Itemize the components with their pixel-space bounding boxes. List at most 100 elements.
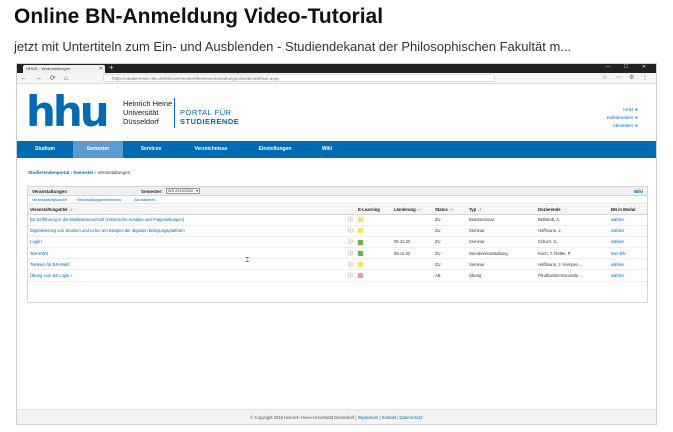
type-cell: Seminar xyxy=(467,225,536,237)
course-title-link[interactable]: Testkurs für BN-Wahl xyxy=(28,258,346,271)
footer-link-impressum[interactable]: Impressum xyxy=(358,415,379,420)
elearning-cell xyxy=(356,258,392,271)
elearning-status-icon xyxy=(358,239,363,245)
change-date xyxy=(392,225,433,237)
nav-verzeichnisse[interactable]: Verzeichnisse xyxy=(179,141,243,158)
nav-einstellungen[interactable]: Einstellungen xyxy=(243,141,307,158)
semester-label: Semester: xyxy=(141,189,163,194)
portal-line2: STUDIERENDE xyxy=(180,117,240,126)
table-header-row: Veranstaltungstitel ↓↑ E-Learning Länder… xyxy=(28,205,647,215)
panel-wiki-link[interactable]: Wiki xyxy=(634,189,643,194)
elearning-cell xyxy=(356,269,392,282)
table-row: BS Einführung in die Musikwissenschaft (… xyxy=(28,214,647,226)
info-icon[interactable]: ⓘ xyxy=(346,269,356,282)
lecturer-cell: Bellstedt, A. xyxy=(536,214,609,226)
lecturer-cell: Hoffmann, J. xyxy=(536,225,609,237)
info-icon[interactable]: ⓘ xyxy=(346,247,356,260)
course-title-link[interactable]: Logik I xyxy=(28,236,346,249)
top-link-abmelden[interactable]: Abmelden ➜ xyxy=(607,122,638,130)
video-subtitle: jetzt mit Untertiteln zum Ein- und Ausbl… xyxy=(14,39,572,54)
hhu-logo[interactable]: hhu xyxy=(26,91,110,133)
url-input[interactable]: https://studierende.hhu.de/MeinSemester/… xyxy=(103,74,495,82)
info-icon[interactable]: ⓘ xyxy=(346,214,356,226)
col-header-status[interactable]: Status ↓↑ xyxy=(433,205,467,215)
col-header-typ[interactable]: Typ ↓↑ xyxy=(467,205,536,215)
breadcrumb-studierendenportal[interactable]: Studierendenportal xyxy=(28,170,69,175)
subtab-aktualisieren[interactable]: Aktualisieren xyxy=(134,198,156,202)
course-title-link[interactable]: Test EWS xyxy=(28,247,346,260)
col-header-title[interactable]: Veranstaltungstitel ↓↑ xyxy=(28,205,346,215)
info-icon[interactable]: ⓘ xyxy=(346,236,356,249)
courses-table: Veranstaltungstitel ↓↑ E-Learning Länder… xyxy=(28,205,647,282)
elearning-cell xyxy=(356,214,392,226)
back-forward-reload-icons[interactable]: ← → ⟳ ⌂ xyxy=(20,74,71,82)
change-date xyxy=(392,258,433,271)
elearning-status-icon xyxy=(358,262,363,268)
site-header: hhu Heinrich Heine Universität Düsseldor… xyxy=(17,84,656,140)
video-frame[interactable]: HHUD - Veranstaltungen ✕ + — ☐ ✕ ← → ⟳ ⌂… xyxy=(16,63,657,425)
subtab-veranstaltungssuche[interactable]: Veranstaltungssuche xyxy=(32,198,67,202)
footer-separator: | xyxy=(379,415,381,420)
website: hhu Heinrich Heine Universität Düsseldor… xyxy=(17,84,656,424)
breadcrumb: Studierendenportal › Semester › Veransta… xyxy=(28,170,130,175)
semester-select[interactable]: WS 2019/2020 ▾ xyxy=(166,188,200,194)
browser-tab-bar: HHUD - Veranstaltungen ✕ + — ☐ ✕ xyxy=(17,64,656,73)
col-header-bn-modul: BN in Modul xyxy=(609,205,647,215)
elearning-status-icon xyxy=(358,228,363,234)
type-cell: Seminar xyxy=(467,236,536,249)
top-link-kollaboration[interactable]: Kollaboration ➜ xyxy=(607,114,638,122)
course-title-link[interactable]: Übung zum BS Logik I xyxy=(28,269,346,282)
type-cell: Übung xyxy=(467,269,536,282)
footer-link-kontakt[interactable]: Kontakt xyxy=(382,415,396,420)
browser-tab[interactable]: HHUD - Veranstaltungen ✕ xyxy=(23,65,105,73)
col-header-aenderung[interactable]: Länderung ↓↑ xyxy=(392,205,433,215)
video-title[interactable]: Online BN-Anmeldung Video-Tutorial xyxy=(14,5,383,29)
elearning-cell xyxy=(356,247,392,260)
subtab-veranstaltungsverzeichnis[interactable]: Veranstaltungsverzeichnis xyxy=(77,198,121,202)
elearning-status-icon xyxy=(358,250,363,256)
browser-extension-icons[interactable]: ☆ ⋯ ⚙ ⋮ xyxy=(602,74,651,81)
lecturer-cell: Koch, T. Rütter, P. xyxy=(536,247,609,260)
breadcrumb-semester[interactable]: Semester xyxy=(73,170,93,175)
choose-bn-link[interactable]: wählen xyxy=(609,236,647,249)
nav-wiki[interactable]: Wiki xyxy=(307,141,347,158)
breadcrumb-separator: › xyxy=(94,170,97,175)
choose-bn-link[interactable]: wählen xyxy=(609,214,647,226)
status-cell: ZU xyxy=(433,247,467,260)
window-controls[interactable]: — ☐ ✕ xyxy=(606,64,652,70)
change-date: 05.11.20 xyxy=(392,236,433,249)
university-name: Heinrich Heine Universität Düsseldorf xyxy=(123,99,172,126)
choose-bn-link[interactable]: wählen xyxy=(609,258,647,271)
choose-bn-link[interactable]: wählen xyxy=(609,225,647,237)
breadcrumb-separator: › xyxy=(70,170,73,175)
change-date xyxy=(392,269,433,282)
top-link-hhu[interactable]: HHU ➜ xyxy=(607,106,638,114)
info-icon[interactable]: ⓘ xyxy=(346,225,356,237)
course-title-link[interactable]: BS Einführung in die Musikwissenschaft (… xyxy=(28,214,346,226)
table-row: Testkurs für BN-Wahl ⓘ ZU Seminar Hoffmann, … xyxy=(28,258,647,271)
table-row: Übung zum BS Logik Iⓘ AB Übung Flindbacher-… xyxy=(28,269,647,282)
footer-link-datenschutz[interactable]: Datenschutz xyxy=(399,415,422,420)
choose-bn-link[interactable]: wählen xyxy=(609,269,647,282)
nav-studium[interactable]: Studium xyxy=(17,141,73,158)
table-body: BS Einführung in die Musikwissenschaft (… xyxy=(28,214,647,282)
info-icon[interactable]: ⓘ xyxy=(346,258,356,271)
new-tab-button[interactable]: + xyxy=(109,64,114,72)
col-header-dozierende: Dozierende xyxy=(536,205,609,215)
course-title-link[interactable]: Digitalisierung von Studium und Lehre am… xyxy=(28,225,346,237)
status-cell: ZU xyxy=(433,258,467,271)
nav-services[interactable]: Services xyxy=(123,141,179,158)
breadcrumb-current: Veranstaltungen xyxy=(97,170,131,175)
nav-semester[interactable]: Semester xyxy=(73,141,123,158)
choose-bn-link[interactable]: kein BN xyxy=(609,247,647,260)
status-cell: ZU xyxy=(433,225,467,237)
type-cell: Sonderveranstaltung xyxy=(467,247,536,260)
mouse-cursor-icon: ⌶ xyxy=(245,257,250,264)
uni-line1: Heinrich Heine xyxy=(123,99,173,108)
panel-title: Veranstaltungen xyxy=(32,189,68,194)
lecturer-cell: Hoffmann, J. Kempen ... xyxy=(536,258,609,271)
table-row: Digitalisierung von Studium und Lehre am… xyxy=(28,225,647,237)
elearning-cell xyxy=(356,236,392,249)
elearning-status-icon xyxy=(358,273,363,279)
close-icon[interactable]: ✕ xyxy=(99,65,103,73)
